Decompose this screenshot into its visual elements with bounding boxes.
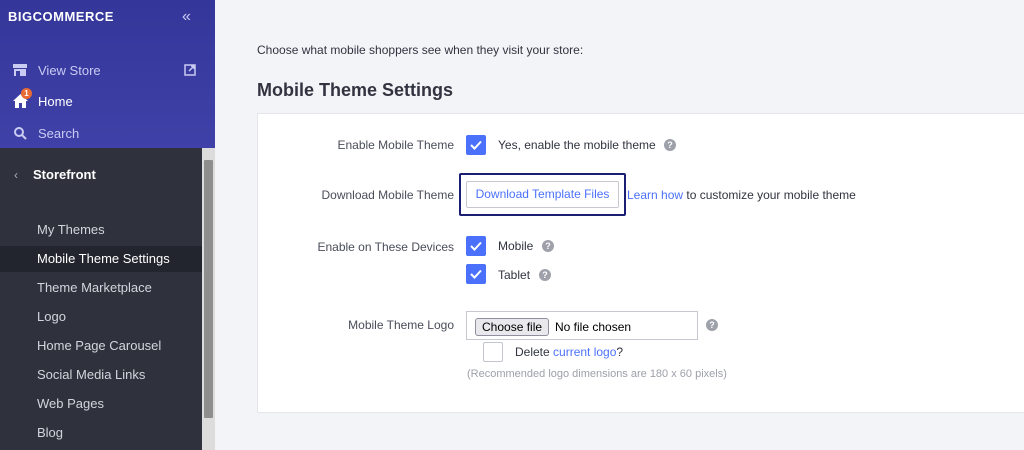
enable-mobile-theme-label: Enable Mobile Theme	[337, 138, 454, 152]
checkmark-icon	[470, 241, 482, 251]
checkmark-icon	[470, 269, 482, 279]
learn-how-link[interactable]: Learn how	[627, 188, 683, 202]
download-help-suffix: to customize your mobile theme	[686, 188, 856, 202]
storefront-back-button[interactable]: ‹ Storefront	[14, 167, 96, 182]
choose-file-button[interactable]: Choose file	[475, 318, 550, 336]
sidebar-scroll-thumb[interactable]	[204, 160, 213, 418]
delete-logo-checkbox[interactable]	[483, 342, 503, 362]
sidebar-header: BIG COMMERCE « View Store 1 Home Search	[0, 0, 215, 148]
sidebar: BIG COMMERCE « View Store 1 Home Search ‹	[0, 0, 215, 450]
home-link[interactable]: 1 Home	[12, 88, 73, 109]
external-link-icon[interactable]	[184, 64, 196, 76]
download-mobile-theme-label: Download Mobile Theme	[321, 188, 454, 202]
help-icon[interactable]: ?	[542, 240, 554, 252]
search-icon	[12, 125, 28, 141]
notification-badge: 1	[21, 88, 32, 99]
intro-text: Choose what mobile shoppers see when the…	[257, 43, 584, 57]
file-status: No file chosen	[555, 320, 632, 334]
sidebar-item-web-pages[interactable]: Web Pages	[0, 391, 202, 417]
sidebar-item-my-themes[interactable]: My Themes	[0, 217, 202, 243]
help-icon[interactable]: ?	[706, 319, 718, 331]
store-icon	[12, 62, 28, 78]
sidebar-item-blog[interactable]: Blog	[0, 420, 202, 446]
sidebar-item-theme-marketplace[interactable]: Theme Marketplace	[0, 275, 202, 301]
bigcommerce-logo[interactable]: BIG COMMERCE	[8, 9, 114, 24]
mobile-device-label: Mobile	[498, 239, 534, 253]
chevron-left-icon: ‹	[14, 167, 18, 182]
home-label: Home	[38, 93, 73, 109]
sidebar-item-home-page-carousel[interactable]: Home Page Carousel	[0, 333, 202, 359]
collapse-sidebar-icon[interactable]: «	[182, 8, 191, 26]
checkmark-icon	[470, 140, 482, 150]
current-logo-link[interactable]: current logo	[553, 345, 616, 359]
search-link[interactable]: Search	[12, 125, 79, 141]
section-title: Storefront	[33, 167, 96, 182]
page-title: Mobile Theme Settings	[257, 80, 454, 100]
view-store-label: View Store	[38, 62, 101, 78]
view-store-link[interactable]: View Store	[12, 62, 101, 78]
sidebar-item-mobile-theme-settings[interactable]: Mobile Theme Settings	[0, 246, 202, 272]
mobile-theme-logo-label: Mobile Theme Logo	[348, 318, 454, 332]
help-icon[interactable]: ?	[539, 269, 551, 281]
sidebar-item-logo[interactable]: Logo	[0, 304, 202, 330]
delete-suffix: ?	[616, 345, 624, 359]
tablet-device-checkbox[interactable]	[466, 264, 486, 284]
delete-prefix: Delete	[515, 345, 550, 359]
enable-mobile-theme-option: Yes, enable the mobile theme	[498, 138, 656, 152]
logo-dimensions-hint: (Recommended logo dimensions are 180 x 6…	[467, 368, 727, 380]
home-icon: 1	[12, 88, 32, 109]
enable-devices-label: Enable on These Devices	[317, 240, 454, 254]
delete-logo-text: Delete current logo?	[515, 345, 623, 359]
help-icon[interactable]: ?	[664, 139, 676, 151]
mobile-device-checkbox[interactable]	[466, 236, 486, 256]
sidebar-item-social-media-links[interactable]: Social Media Links	[0, 362, 202, 388]
download-template-files-button[interactable]: Download Template Files	[466, 181, 619, 208]
enable-mobile-theme-checkbox[interactable]	[466, 135, 486, 155]
search-label: Search	[38, 125, 80, 141]
download-help-text: Learn how to customize your mobile theme	[627, 188, 856, 202]
logo-text: COMMERCE	[32, 9, 114, 24]
tablet-device-label: Tablet	[498, 268, 531, 282]
logo-prefix: BIG	[8, 9, 33, 24]
